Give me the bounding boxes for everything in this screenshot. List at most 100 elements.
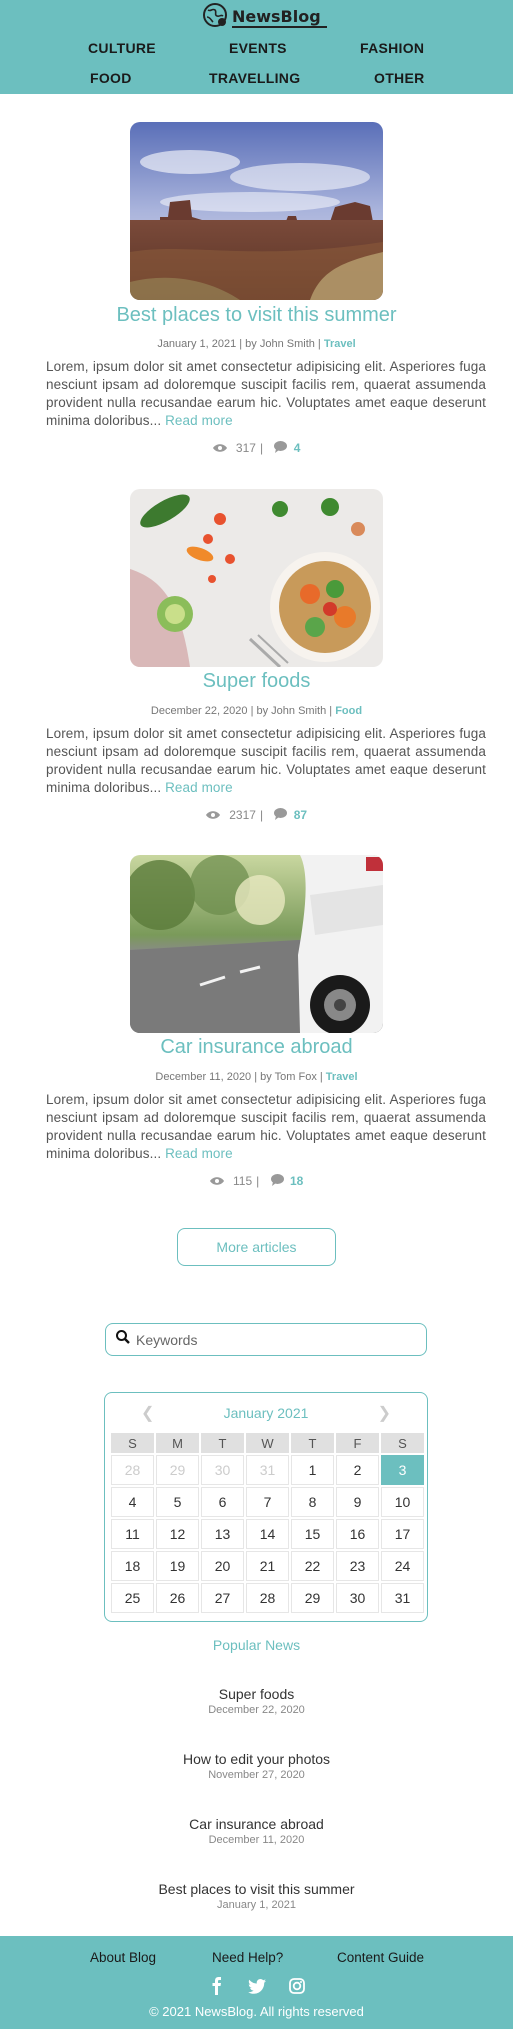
calendar-day[interactable]: 30 bbox=[336, 1583, 379, 1613]
calendar-day[interactable]: 10 bbox=[381, 1487, 424, 1517]
article-image[interactable] bbox=[130, 122, 383, 300]
calendar-day[interactable]: 5 bbox=[156, 1487, 199, 1517]
excerpt-text: Lorem, ipsum dolor sit amet consectetur … bbox=[46, 726, 486, 795]
footer-guide-link[interactable]: Content Guide bbox=[337, 1950, 424, 1965]
calendar-day[interactable]: 8 bbox=[291, 1487, 334, 1517]
footer-about-link[interactable]: About Blog bbox=[90, 1950, 156, 1965]
main-nav: CULTURE EVENTS FASHION FOOD TRAVELLING O… bbox=[0, 36, 513, 94]
calendar-day[interactable]: 4 bbox=[111, 1487, 154, 1517]
popular-news-title-text: Car insurance abroad bbox=[189, 1816, 324, 1832]
article-excerpt: Lorem, ipsum dolor sit amet consectetur … bbox=[46, 725, 486, 797]
calendar-day[interactable]: 29 bbox=[291, 1583, 334, 1613]
excerpt-text: Lorem, ipsum dolor sit amet consectetur … bbox=[46, 1092, 486, 1161]
globe-icon bbox=[202, 2, 228, 33]
chevron-right-icon[interactable]: ❯ bbox=[378, 1403, 391, 1423]
calendar-day[interactable]: 28 bbox=[111, 1455, 154, 1485]
popular-news-item[interactable]: How to edit your photos November 27, 2020 bbox=[0, 1751, 513, 1781]
article-title[interactable]: Super foods bbox=[0, 670, 513, 693]
article-category[interactable]: Travel bbox=[326, 1071, 358, 1083]
calendar-day[interactable]: 30 bbox=[201, 1455, 244, 1485]
nav-other[interactable]: OTHER bbox=[374, 70, 425, 86]
calendar-day[interactable]: 16 bbox=[336, 1519, 379, 1549]
footer-help-link[interactable]: Need Help? bbox=[212, 1950, 283, 1965]
calendar-day[interactable]: 26 bbox=[156, 1583, 199, 1613]
nav-travelling[interactable]: TRAVELLING bbox=[209, 70, 300, 86]
calendar-day[interactable]: 28 bbox=[246, 1583, 289, 1613]
calendar-day[interactable]: 19 bbox=[156, 1551, 199, 1581]
calendar-day[interactable]: 23 bbox=[336, 1551, 379, 1581]
article-author: | by John Smith | bbox=[239, 338, 321, 350]
views-count: 115 bbox=[233, 1174, 253, 1188]
calendar-day[interactable]: 21 bbox=[246, 1551, 289, 1581]
read-more-link[interactable]: Read more bbox=[165, 413, 233, 428]
more-articles-button[interactable]: More articles bbox=[177, 1228, 336, 1266]
article-date: December 22, 2020 bbox=[150, 705, 248, 717]
calendar-day[interactable]: 17 bbox=[381, 1519, 424, 1549]
comment-icon bbox=[274, 808, 288, 823]
calendar-day[interactable]: 29 bbox=[156, 1455, 199, 1485]
calendar-day[interactable]: 1 bbox=[291, 1455, 334, 1485]
popular-news-item[interactable]: Super foods December 22, 2020 bbox=[0, 1686, 513, 1716]
popular-news-item[interactable]: Car insurance abroad December 11, 2020 bbox=[0, 1816, 513, 1846]
popular-news-title-text: How to edit your photos bbox=[182, 1751, 331, 1767]
search-icon[interactable] bbox=[116, 1330, 130, 1349]
article-excerpt: Lorem, ipsum dolor sit amet consectetur … bbox=[46, 1091, 486, 1163]
nav-events[interactable]: EVENTS bbox=[229, 40, 287, 56]
popular-news-item[interactable]: Best places to visit this summer January … bbox=[0, 1881, 513, 1911]
calendar-day[interactable]: 9 bbox=[336, 1487, 379, 1517]
calendar-day[interactable]: 12 bbox=[156, 1519, 199, 1549]
article-category[interactable]: Travel bbox=[324, 338, 356, 350]
calendar-day[interactable]: 25 bbox=[111, 1583, 154, 1613]
instagram-icon[interactable] bbox=[288, 1977, 306, 1995]
popular-news-date: January 1, 2021 bbox=[217, 1899, 296, 1911]
site-header: NewsBlog CULTURE EVENTS FASHION FOOD TRA… bbox=[0, 0, 513, 94]
article-meta: January 1, 2021 | by John Smith | Travel bbox=[0, 338, 513, 350]
calendar-day[interactable]: 3 bbox=[381, 1455, 424, 1485]
weekday-header: T bbox=[201, 1433, 244, 1453]
calendar-day[interactable]: 31 bbox=[381, 1583, 424, 1613]
article-meta: December 22, 2020 | by John Smith | Food bbox=[0, 705, 513, 717]
search-input[interactable] bbox=[136, 1331, 406, 1348]
article-author: | by Tom Fox | bbox=[254, 1071, 323, 1083]
calendar-day[interactable]: 2 bbox=[336, 1455, 379, 1485]
nav-fashion[interactable]: FASHION bbox=[360, 40, 424, 56]
read-more-link[interactable]: Read more bbox=[165, 1146, 233, 1161]
weekday-header: S bbox=[111, 1433, 154, 1453]
excerpt-text: Lorem, ipsum dolor sit amet consectetur … bbox=[46, 359, 486, 428]
weekday-header: W bbox=[246, 1433, 289, 1453]
article-stats: 115 | 18 bbox=[0, 1174, 513, 1189]
popular-news-title: Popular News bbox=[212, 1637, 301, 1653]
calendar-day[interactable]: 24 bbox=[381, 1551, 424, 1581]
weekday-header: F bbox=[336, 1433, 379, 1453]
twitter-icon[interactable] bbox=[247, 1977, 266, 1995]
popular-news-date: November 27, 2020 bbox=[208, 1769, 305, 1781]
calendar-day[interactable]: 18 bbox=[111, 1551, 154, 1581]
read-more-link[interactable]: Read more bbox=[165, 780, 233, 795]
eye-icon bbox=[212, 442, 227, 456]
calendar-day[interactable]: 6 bbox=[201, 1487, 244, 1517]
comments-count: 4 bbox=[293, 441, 301, 455]
comment-icon bbox=[270, 1174, 284, 1189]
article-image[interactable] bbox=[130, 855, 383, 1033]
calendar-day[interactable]: 13 bbox=[201, 1519, 244, 1549]
calendar-day[interactable]: 20 bbox=[201, 1551, 244, 1581]
views-count: 317 bbox=[235, 441, 256, 455]
calendar-day[interactable]: 31 bbox=[246, 1455, 289, 1485]
calendar-day[interactable]: 11 bbox=[111, 1519, 154, 1549]
calendar-day[interactable]: 15 bbox=[291, 1519, 334, 1549]
calendar-day[interactable]: 7 bbox=[246, 1487, 289, 1517]
social-links bbox=[0, 1977, 513, 1995]
article-title[interactable]: Car insurance abroad bbox=[0, 1036, 513, 1059]
article-author: | by John Smith | bbox=[250, 705, 333, 717]
article-image[interactable] bbox=[130, 489, 383, 667]
calendar-day[interactable]: 22 bbox=[291, 1551, 334, 1581]
nav-culture[interactable]: CULTURE bbox=[88, 40, 156, 56]
facebook-icon[interactable] bbox=[208, 1977, 226, 1995]
calendar: ❮ January 2021 ❯ SMTWTFS 28 29 30 31 1 2 3 4 5 6 7… bbox=[104, 1392, 428, 1622]
calendar-day[interactable]: 14 bbox=[246, 1519, 289, 1549]
article-category[interactable]: Food bbox=[335, 705, 362, 717]
logo[interactable]: NewsBlog bbox=[202, 2, 327, 33]
nav-food[interactable]: FOOD bbox=[90, 70, 132, 86]
calendar-day[interactable]: 27 bbox=[201, 1583, 244, 1613]
article-title[interactable]: Best places to visit this summer bbox=[0, 304, 513, 327]
